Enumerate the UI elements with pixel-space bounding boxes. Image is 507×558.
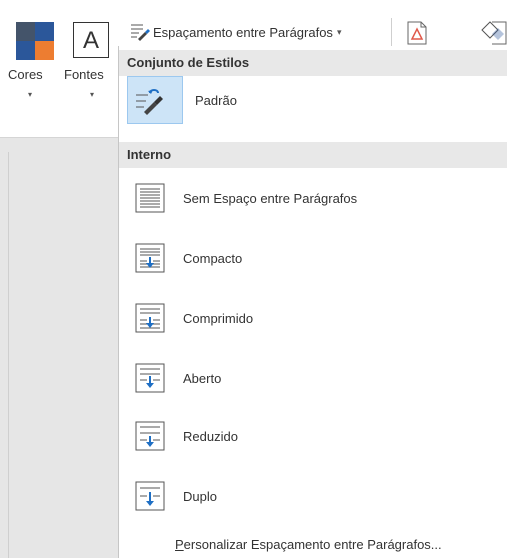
cores-button[interactable]: Cores	[8, 67, 43, 82]
menu-item-double[interactable]: Duplo	[119, 472, 507, 520]
cores-caret-icon[interactable]: ▾	[28, 90, 32, 99]
open-spacing-icon	[135, 363, 165, 393]
menu-item-label: Reduzido	[183, 428, 238, 444]
section-style-set: Conjunto de Estilos	[119, 50, 507, 76]
menu-item-label: Duplo	[183, 488, 217, 504]
no-spacing-icon	[135, 183, 165, 213]
menu-item-tight[interactable]: Comprimido	[119, 294, 507, 342]
watermark-icon[interactable]	[404, 20, 430, 46]
menu-item-label: Comprimido	[183, 310, 254, 326]
menu-item-padrao[interactable]: Padrão	[119, 76, 507, 124]
section-builtin: Interno	[119, 142, 507, 168]
color-palette-icon[interactable]	[16, 22, 54, 60]
brush-spacing-icon	[136, 89, 163, 115]
menu-item-open[interactable]: Aberto	[119, 354, 507, 402]
paragraph-spacing-icon	[131, 24, 150, 41]
menu-item-label: Aberto	[183, 370, 222, 386]
toolbar-separator	[391, 18, 392, 46]
paragraph-spacing-menu: Conjunto de Estilos Padrão Interno Sem E…	[118, 46, 507, 558]
page-color-icon[interactable]	[478, 20, 507, 46]
footer-label: ersonalizar Espaçamento entre Parágrafos…	[183, 537, 442, 552]
menu-item-relaxed[interactable]: Reduzido	[119, 412, 507, 460]
paragraph-spacing-label: Espaçamento entre Parágrafos	[153, 24, 333, 40]
chevron-down-icon: ▾	[336, 26, 342, 37]
relaxed-spacing-icon	[135, 421, 165, 451]
left-pane	[0, 138, 125, 558]
double-spacing-icon	[135, 481, 165, 511]
menu-item-compact[interactable]: Compacto	[119, 234, 507, 282]
paragraph-spacing-button[interactable]: Espaçamento entre Parágrafos ▾	[125, 20, 341, 44]
menu-item-no-spacing[interactable]: Sem Espaço entre Parágrafos	[119, 174, 507, 222]
tight-spacing-icon	[135, 303, 165, 333]
font-a-icon[interactable]: A	[73, 22, 109, 58]
menu-item-label: Padrão	[195, 92, 237, 108]
fontes-button[interactable]: Fontes	[64, 67, 104, 82]
custom-paragraph-spacing-link[interactable]: Personalizar Espaçamento entre Parágrafo…	[119, 532, 507, 558]
menu-item-label: Sem Espaço entre Parágrafos	[183, 190, 358, 206]
left-pane-ruler	[8, 152, 9, 558]
compact-spacing-icon	[135, 243, 165, 273]
menu-item-label: Compacto	[183, 250, 243, 266]
fontes-caret-icon[interactable]: ▾	[90, 90, 94, 99]
access-key-letter: P	[175, 537, 184, 552]
